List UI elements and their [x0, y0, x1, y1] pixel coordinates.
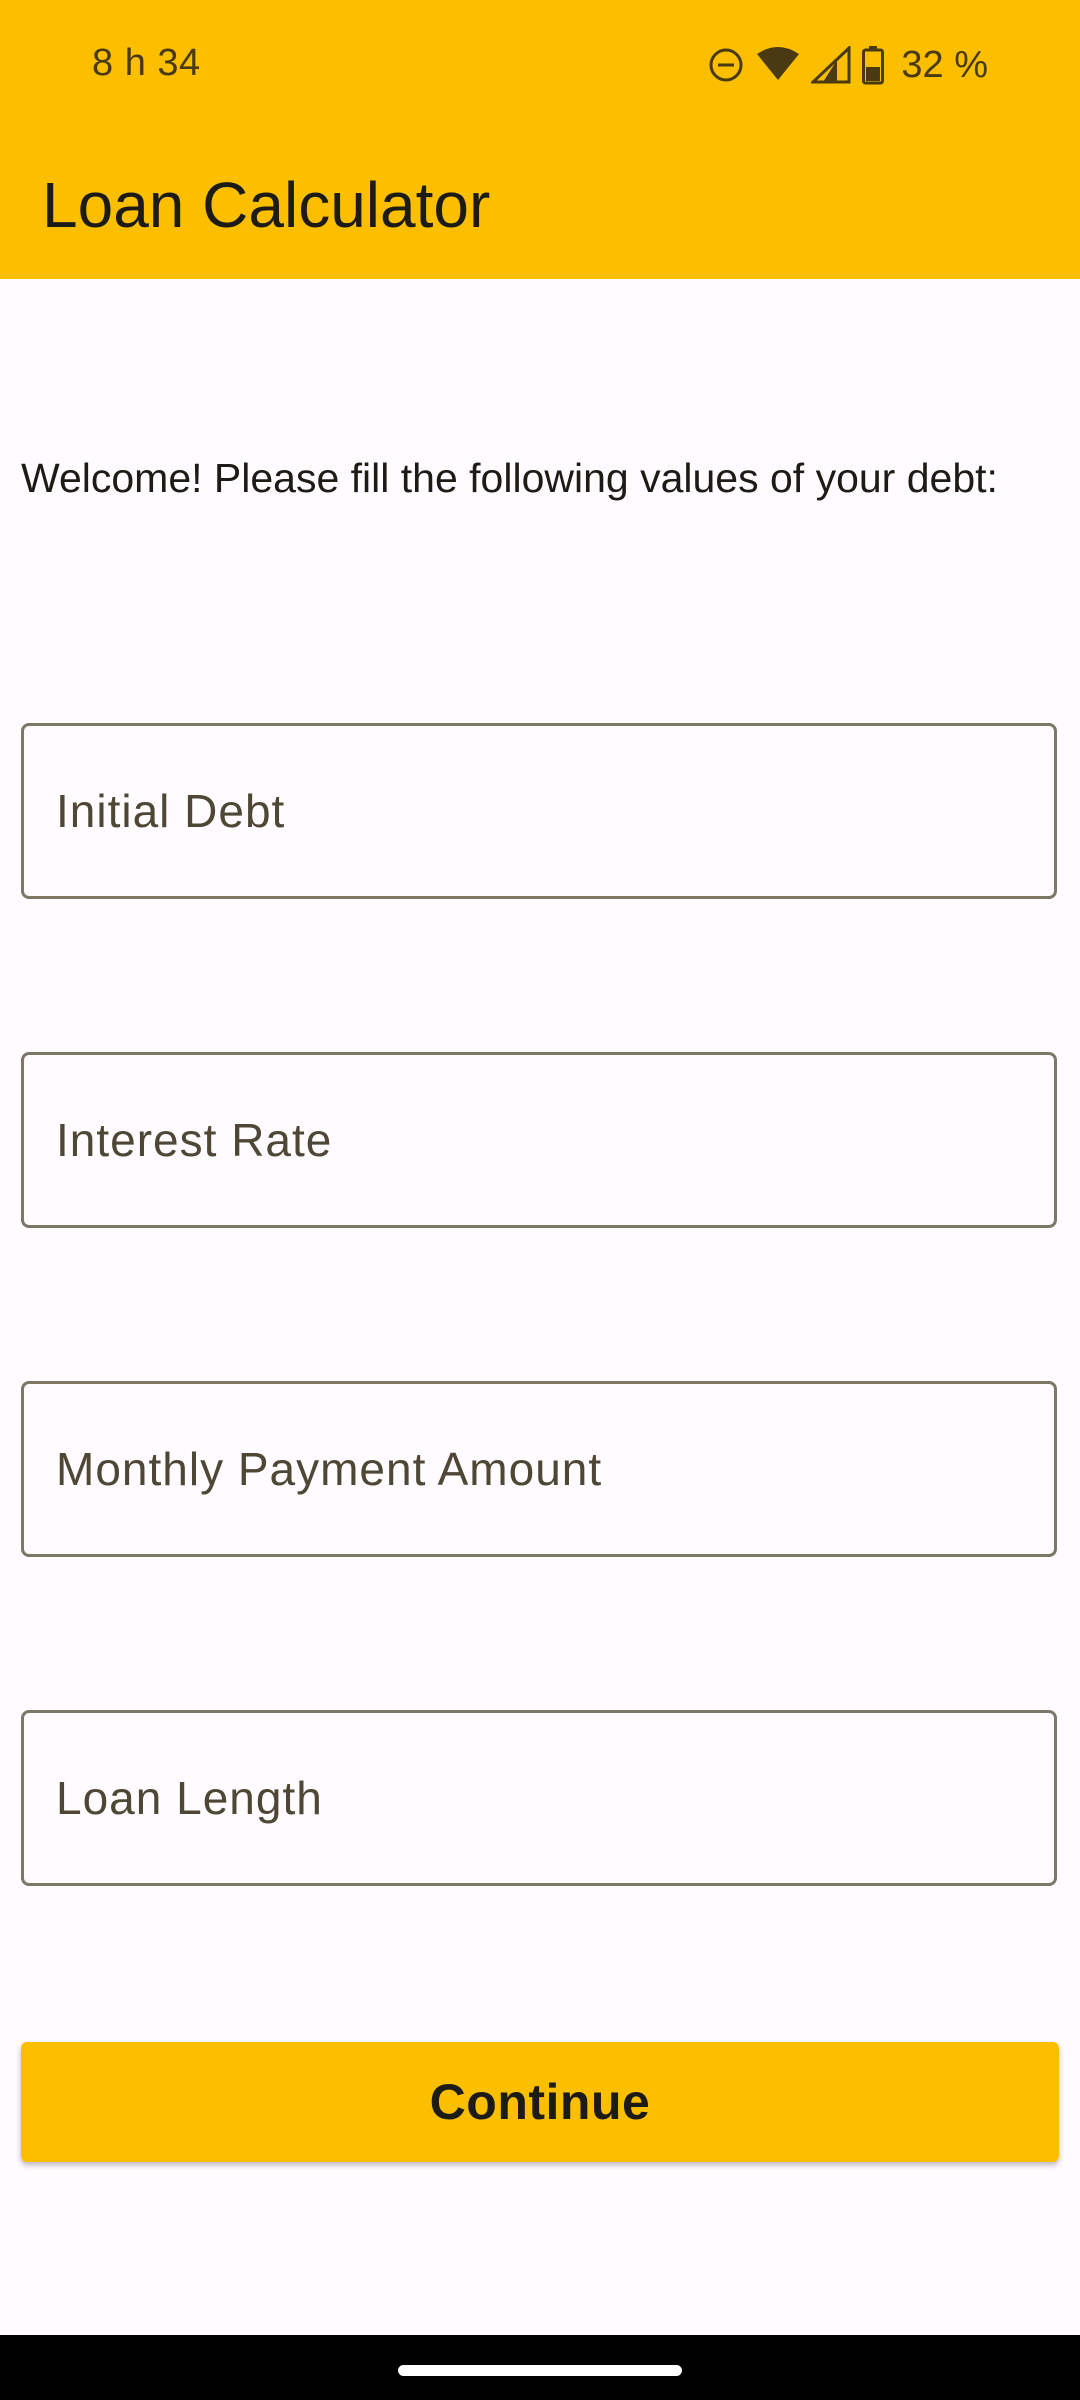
do-not-disturb-icon: [709, 48, 743, 82]
app-title: Loan Calculator: [42, 169, 491, 241]
monthly-payment-input[interactable]: [24, 1384, 1054, 1554]
interest-rate-field[interactable]: [21, 1052, 1057, 1228]
status-bar: 8 h 34 32 %: [0, 0, 1080, 135]
loan-length-field[interactable]: [21, 1710, 1057, 1886]
continue-button[interactable]: Continue: [21, 2042, 1059, 2162]
initial-debt-field[interactable]: [21, 723, 1057, 899]
battery-percentage: 32 %: [901, 43, 988, 86]
app-screen: 8 h 34 32 % Loan Calculator Welcome! Ple…: [0, 0, 1080, 2400]
welcome-message: Welcome! Please fill the following value…: [21, 455, 998, 501]
home-gesture-handle[interactable]: [398, 2365, 682, 2376]
loan-length-input[interactable]: [24, 1713, 1054, 1883]
status-icons: 32 %: [707, 40, 988, 90]
status-time: 8 h 34: [92, 42, 201, 84]
interest-rate-input[interactable]: [24, 1055, 1054, 1225]
monthly-payment-field[interactable]: [21, 1381, 1057, 1557]
navigation-bar: [0, 2335, 1080, 2400]
initial-debt-input[interactable]: [24, 726, 1054, 896]
top-app-bar: 8 h 34 32 % Loan Calculator: [0, 0, 1080, 279]
wifi-icon: [757, 47, 800, 80]
cell-signal-icon: [811, 46, 851, 84]
battery-icon: [862, 46, 885, 85]
